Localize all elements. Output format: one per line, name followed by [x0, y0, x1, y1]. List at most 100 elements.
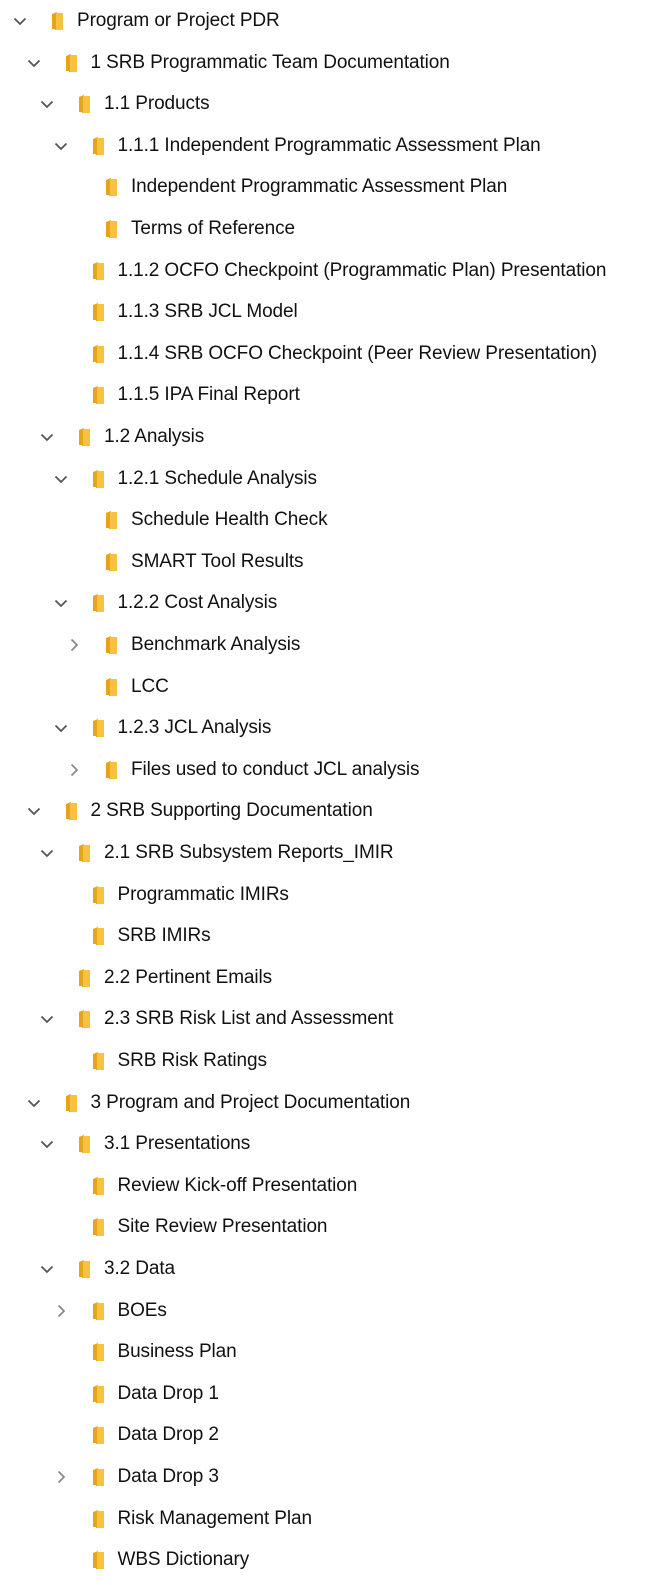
tree-item-schedule-health-check[interactable]: Schedule Health Check: [0, 499, 651, 540]
tree-item-label: 2.1 SRB Subsystem Reports_IMIR: [104, 842, 394, 863]
tree-item-label: 1.2 Analysis: [104, 426, 205, 447]
tree-item-data-drop-1[interactable]: Data Drop 1: [0, 1373, 651, 1414]
tree-item-jcl-analysis[interactable]: 1.2.3 JCL Analysis: [0, 707, 651, 748]
tree-item-label: 3.1 Presentations: [104, 1133, 251, 1155]
tree-item-pertinent-emails[interactable]: 2.2 Pertinent Emails: [0, 957, 651, 998]
folder-icon: [92, 1467, 104, 1486]
tree-item-independent-programmatic-assessment-plan-group[interactable]: 1.1.1 Independent Programmatic Assessmen…: [0, 125, 651, 166]
chevron-down-icon[interactable]: [26, 55, 42, 71]
tree-item-analysis[interactable]: 1.2 Analysis: [0, 416, 651, 457]
tree-item-label: Site Review Presentation: [117, 1216, 328, 1238]
tree-item-schedule-analysis[interactable]: 1.2.1 Schedule Analysis: [0, 458, 651, 499]
folder-icon: [65, 1093, 77, 1112]
tree-item-srb-risk-list-and-assessment[interactable]: 2.3 SRB Risk List and Assessment: [0, 998, 651, 1039]
tree-item-srb-risk-ratings[interactable]: SRB Risk Ratings: [0, 1040, 651, 1081]
tree-item-site-review-presentation[interactable]: Site Review Presentation: [0, 1206, 651, 1247]
chevron-down-icon[interactable]: [39, 96, 55, 112]
tree-item-srb-programmatic-team-documentation[interactable]: 1 SRB Programmatic Team Documentation: [0, 42, 651, 83]
tree-item-label: WBS Dictionary: [117, 1549, 250, 1571]
tree-item-program-or-project-pdr[interactable]: Program or Project PDR: [0, 0, 651, 41]
folder-icon: [92, 593, 104, 613]
folder-icon: [92, 469, 104, 488]
chevron-down-icon[interactable]: [26, 1095, 42, 1111]
chevron-down-icon[interactable]: [39, 1136, 55, 1152]
tree-item-terms-of-reference[interactable]: Terms of Reference: [0, 208, 651, 249]
chevron-down-icon[interactable]: [39, 1261, 55, 1277]
tree-item-label: 1.1.5 IPA Final Report: [117, 384, 300, 406]
tree-item-label: 1.2.2 Cost Analysis: [117, 592, 278, 614]
chevron-right-icon[interactable]: [66, 762, 82, 778]
folder-icon: [78, 1134, 90, 1154]
tree-item-data-drop-2[interactable]: Data Drop 2: [0, 1414, 651, 1455]
tree-item-data[interactable]: 3.2 Data: [0, 1248, 651, 1289]
tree-item-label: 3.2 Data: [104, 1258, 176, 1279]
folder-icon: [51, 11, 63, 30]
tree-item-label: SMART Tool Results: [131, 550, 304, 572]
tree-item-label: SRB Risk Ratings: [117, 1050, 267, 1071]
tree-item-label: 2.2 Pertinent Emails: [104, 966, 273, 988]
tree-item-products[interactable]: 1.1 Products: [0, 83, 651, 124]
chevron-down-icon[interactable]: [53, 595, 69, 611]
tree-item-label: 1.1 Products: [104, 93, 210, 115]
chevron-down-icon[interactable]: [39, 845, 55, 861]
chevron-right-icon[interactable]: [66, 637, 82, 653]
tree-item-smart-tool-results[interactable]: SMART Tool Results: [0, 541, 651, 582]
tree-item-label: Programmatic IMIRs: [117, 883, 289, 905]
tree-item-srb-subsystem-reports-imir[interactable]: 2.1 SRB Subsystem Reports_IMIR: [0, 832, 651, 873]
tree-item-label: Schedule Health Check: [131, 509, 328, 531]
folder-icon: [92, 885, 104, 904]
tree-item-label: 1.2.3 JCL Analysis: [117, 717, 272, 739]
tree-item-data-drop-3[interactable]: Data Drop 3: [0, 1456, 651, 1497]
tree-item-label: 1.2.1 Schedule Analysis: [117, 467, 318, 489]
folder-icon: [78, 427, 90, 446]
tree-item-files-used-to-conduct-jcl-analysis[interactable]: Files used to conduct JCL analysis: [0, 749, 651, 790]
tree-item-srb-ocfo-checkpoint-peer-review-presentation[interactable]: 1.1.4 SRB OCFO Checkpoint (Peer Review P…: [0, 333, 651, 374]
folder-icon: [92, 1425, 104, 1445]
chevron-down-icon[interactable]: [53, 138, 69, 154]
folder-icon: [78, 843, 90, 862]
tree-item-srb-supporting-documentation[interactable]: 2 SRB Supporting Documentation: [0, 790, 651, 831]
tree-item-benchmark-analysis[interactable]: Benchmark Analysis: [0, 624, 651, 665]
chevron-down-icon[interactable]: [39, 1011, 55, 1027]
tree-item-risk-management-plan[interactable]: Risk Management Plan: [0, 1498, 651, 1539]
folder-icon: [92, 718, 104, 738]
tree-item-srb-imirs[interactable]: SRB IMIRs: [0, 915, 651, 956]
tree-item-business-plan[interactable]: Business Plan: [0, 1331, 651, 1372]
folder-icon: [105, 552, 117, 571]
folder-icon: [65, 801, 77, 821]
tree-item-review-kick-off-presentation[interactable]: Review Kick-off Presentation: [0, 1165, 651, 1206]
chevron-right-icon[interactable]: [53, 1303, 69, 1319]
tree-item-label: Data Drop 1: [117, 1382, 219, 1404]
chevron-down-icon[interactable]: [26, 803, 42, 819]
chevron-down-icon[interactable]: [53, 720, 69, 736]
tree-item-label: Terms of Reference: [131, 218, 295, 239]
folder-icon: [92, 1342, 104, 1362]
tree-item-independent-programmatic-assessment-plan[interactable]: Independent Programmatic Assessment Plan: [0, 166, 651, 207]
tree-item-boes[interactable]: BOEs: [0, 1290, 651, 1331]
tree-item-presentations[interactable]: 3.1 Presentations: [0, 1123, 651, 1164]
tree-item-label: Benchmark Analysis: [131, 634, 301, 655]
tree-item-ipa-final-report[interactable]: 1.1.5 IPA Final Report: [0, 374, 651, 415]
tree-item-wbs-dictionary[interactable]: WBS Dictionary: [0, 1539, 651, 1580]
chevron-down-icon[interactable]: [12, 13, 28, 29]
tree-item-ocfo-checkpoint-programmatic-plan-presentation[interactable]: 1.1.2 OCFO Checkpoint (Programmatic Plan…: [0, 250, 651, 291]
tree-item-label: SRB IMIRs: [117, 925, 211, 947]
folder-icon: [78, 1009, 90, 1029]
chevron-right-icon[interactable]: [53, 1469, 69, 1485]
folder-icon: [78, 968, 90, 987]
tree-item-cost-analysis[interactable]: 1.2.2 Cost Analysis: [0, 582, 651, 623]
folder-icon: [78, 1259, 90, 1278]
tree-item-label: Program or Project PDR: [77, 10, 280, 31]
chevron-down-icon[interactable]: [53, 471, 69, 487]
folder-icon: [92, 1509, 104, 1528]
chevron-down-icon[interactable]: [39, 429, 55, 445]
tree-item-lcc[interactable]: LCC: [0, 666, 651, 707]
folder-icon: [92, 926, 104, 946]
folder-icon: [92, 136, 104, 155]
tree-item-programmatic-imirs[interactable]: Programmatic IMIRs: [0, 874, 651, 915]
tree-item-srb-jcl-model[interactable]: 1.1.3 SRB JCL Model: [0, 291, 651, 332]
tree-item-label: 1.1.1 Independent Programmatic Assessmen…: [117, 134, 541, 156]
tree-item-program-and-project-documentation[interactable]: 3 Program and Project Documentation: [0, 1082, 651, 1123]
tree-item-label: 1.1.3 SRB JCL Model: [117, 301, 298, 323]
folder-icon: [92, 344, 104, 363]
